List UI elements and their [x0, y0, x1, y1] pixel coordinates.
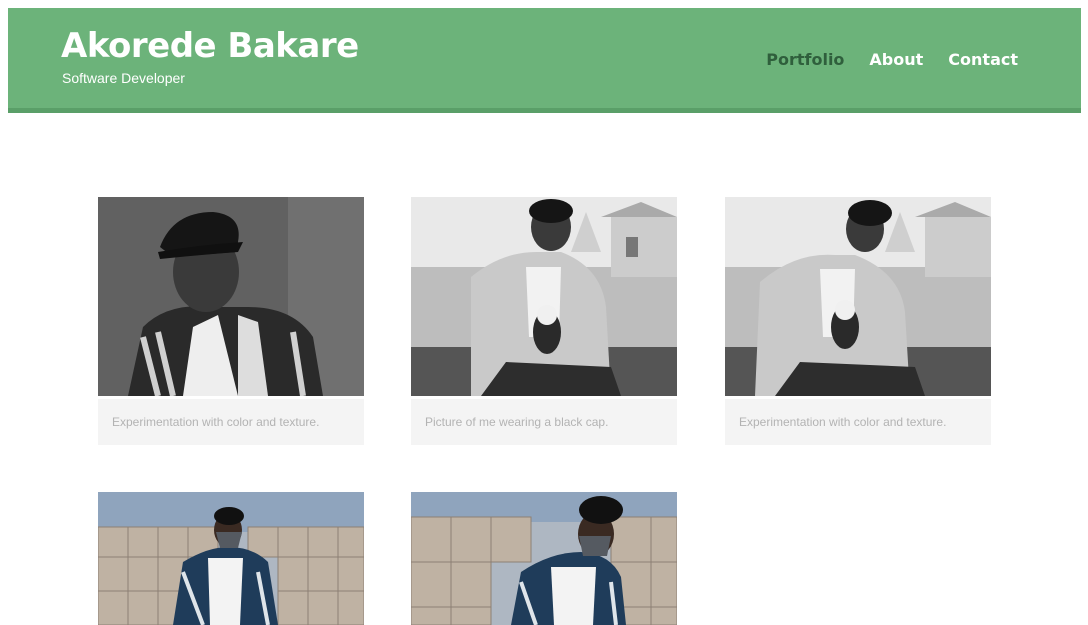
gallery-card[interactable]: Experimentation with color and texture. — [98, 197, 364, 445]
gallery-photo-masked-close-cement-blocks[interactable] — [411, 492, 677, 625]
gallery-card[interactable] — [411, 492, 677, 625]
gallery-caption: Picture of me wearing a black cap. — [411, 399, 677, 445]
gallery-card[interactable] — [98, 492, 364, 625]
gallery-caption: Experimentation with color and texture. — [98, 399, 364, 445]
portfolio-gallery: Experimentation with color and texture. — [0, 0, 1088, 625]
gallery-photo-looking-down-at-puppy[interactable] — [725, 197, 991, 396]
gallery-caption: Experimentation with color and texture. — [725, 399, 991, 445]
gallery-photo-masked-by-cement-blocks[interactable] — [98, 492, 364, 625]
gallery-photo-portrait-black-cap[interactable] — [98, 197, 364, 396]
gallery-photo-smiling-with-puppy[interactable] — [411, 197, 677, 396]
gallery-card[interactable]: Experimentation with color and texture. — [725, 197, 991, 445]
gallery-card[interactable]: Picture of me wearing a black cap. — [411, 197, 677, 445]
